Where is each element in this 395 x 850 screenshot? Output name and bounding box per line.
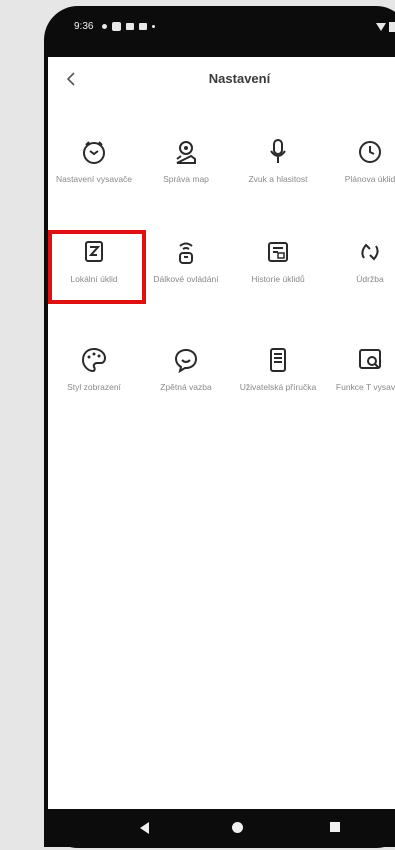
grid-item-label: Zpětná vazba [160, 382, 212, 392]
app-header: Nastavení [48, 57, 395, 101]
highlight-box [48, 230, 146, 304]
manual-icon [270, 348, 286, 372]
grid-item-label: Styl zobrazení [67, 382, 121, 392]
grid-item-label: Historie úklidů [251, 274, 305, 284]
grid-item-label: Nastavení vysavače [55, 174, 133, 184]
grid-item-sprava-map[interactable]: Správa map [140, 137, 232, 185]
nav-recents-button[interactable] [330, 822, 340, 832]
grid-item-label: Plánova úklid [344, 174, 395, 184]
grid-item-planovany-uklid[interactable]: Plánova úklid [324, 137, 395, 185]
robot-vacuum-icon [83, 141, 105, 164]
grid-item-dalkove-ovladani[interactable]: Dálkové ovládání [140, 237, 232, 285]
settings-screen: Nastavení Nastavení vysavače Správa map … [48, 57, 395, 809]
grid-item-label: Dálkové ovládání [153, 274, 219, 284]
settings-notification-icon [126, 23, 134, 30]
remote-control-icon [179, 242, 193, 264]
nav-home-button[interactable] [232, 822, 243, 833]
status-bar: 9:36 [44, 10, 395, 50]
palette-icon [81, 347, 107, 373]
history-icon [268, 242, 288, 262]
nav-back-button[interactable] [140, 822, 149, 834]
grid-item-label: Údržba [356, 274, 384, 284]
grid-item-nastaveni-vysavace[interactable]: Nastavení vysavače [48, 137, 140, 185]
notification-icons [102, 22, 155, 31]
more-notifications-icon [152, 25, 155, 28]
app-notification-icon [112, 22, 121, 31]
maintenance-icon [361, 243, 379, 261]
grid-item-historie-uklidu[interactable]: Historie úklidů [232, 237, 324, 285]
battery-icon [389, 22, 395, 32]
grid-item-label: Uživatelská příručka [239, 382, 317, 392]
page-title: Nastavení [208, 71, 271, 86]
grid-item-zvuk-a-hlasitost[interactable]: Zvuk a hlasitost [232, 137, 324, 185]
grid-item-label: Funkce T vysavač [335, 382, 395, 392]
system-icons [376, 22, 395, 32]
grid-item-uzivatelska-prirucka[interactable]: Uživatelská příručka [232, 345, 324, 393]
feedback-icon [174, 348, 198, 374]
navigation-bar [44, 809, 395, 847]
grid-item-funkce-vysavace[interactable]: Funkce T vysavač [324, 345, 395, 393]
notification-dot-icon [102, 24, 107, 29]
grid-item-zpetna-vazba[interactable]: Zpětná vazba [140, 345, 232, 393]
clock-icon [359, 141, 381, 163]
function-icon [359, 349, 381, 369]
map-pin-icon [176, 141, 196, 164]
wifi-icon [376, 23, 386, 31]
grid-item-label: Správa map [163, 174, 209, 184]
mail-notification-icon [139, 23, 147, 30]
grid-item-styl-zobrazeni[interactable]: Styl zobrazení [48, 345, 140, 393]
grid-item-label: Zvuk a hlasitost [248, 174, 308, 184]
grid-item-udrzba[interactable]: Údržba [324, 237, 395, 285]
status-time: 9:36 [74, 21, 94, 32]
microphone-icon [270, 139, 286, 163]
